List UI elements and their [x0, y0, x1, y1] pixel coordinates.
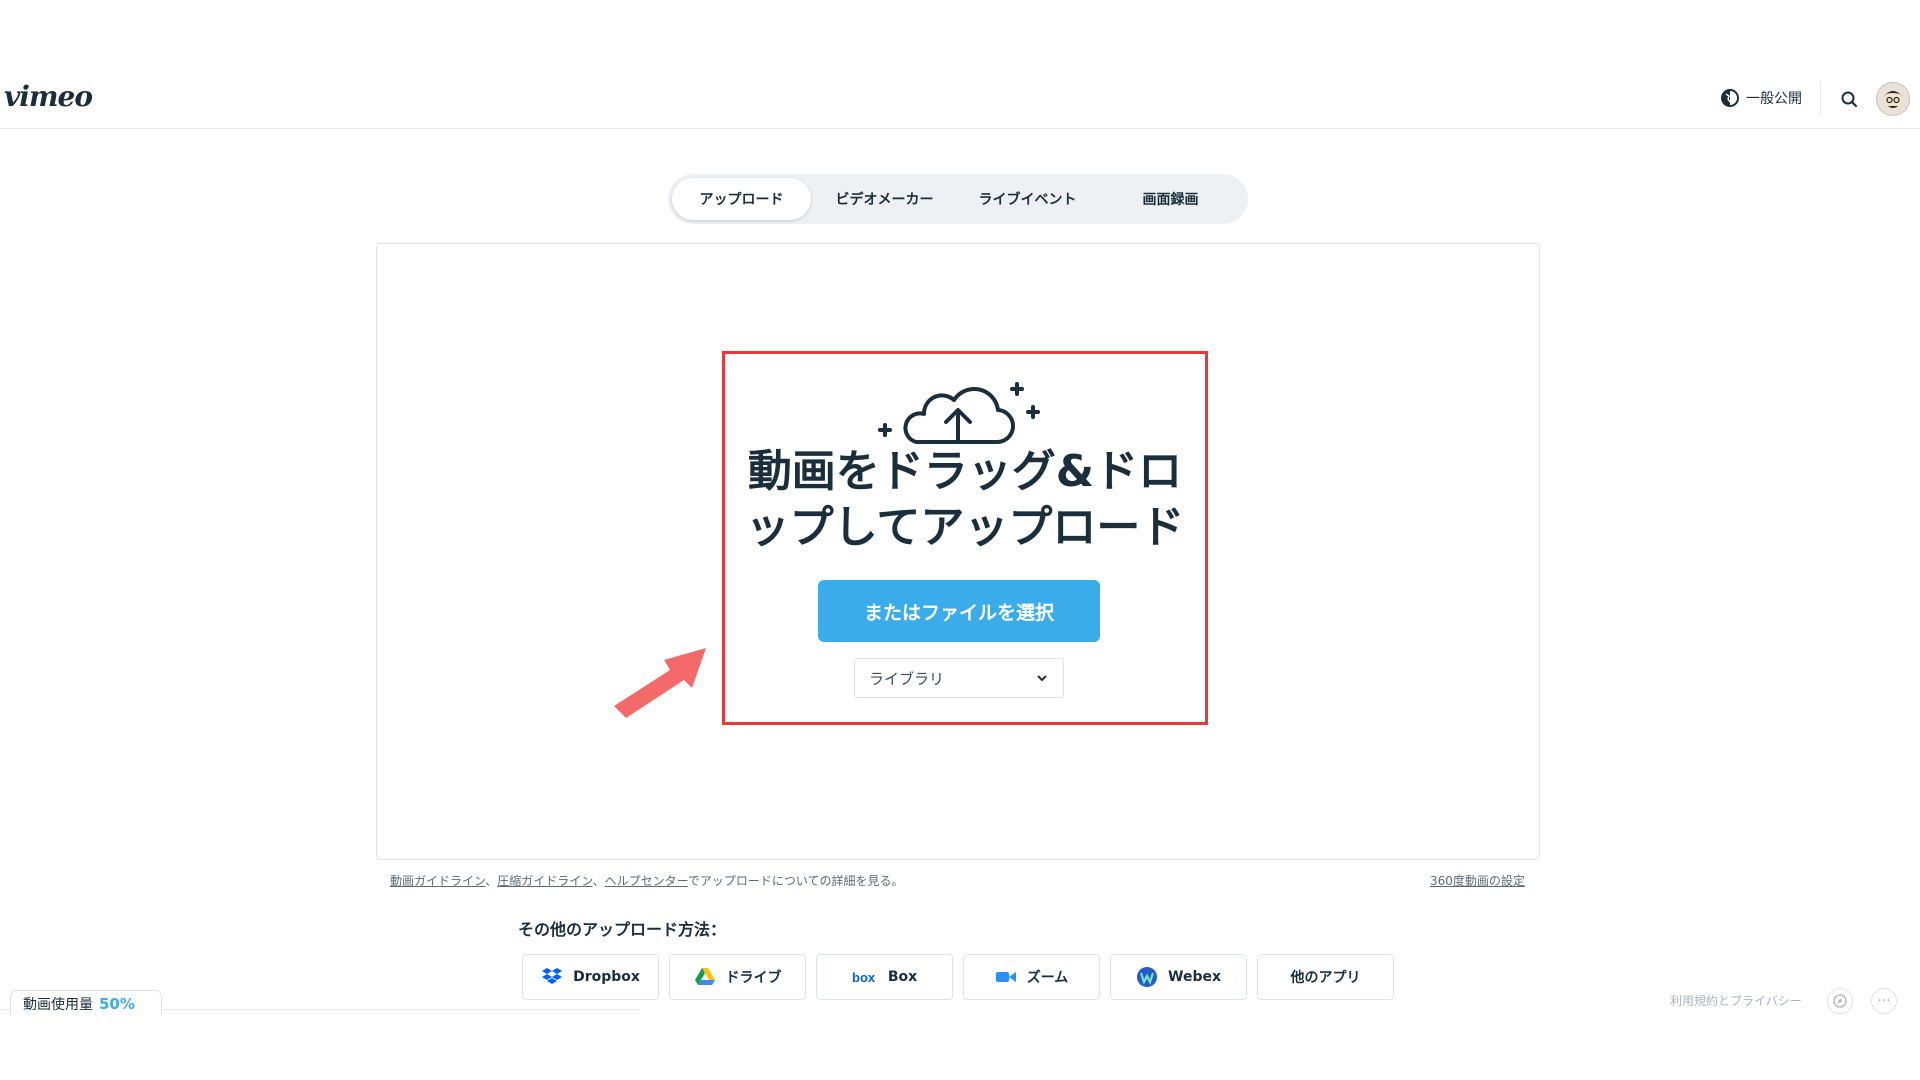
zoom-icon	[995, 972, 1016, 982]
webex-icon	[1137, 967, 1157, 987]
other-upload-methods-title: その他のアップロード方法：	[518, 920, 727, 939]
other-apps-button[interactable]: 他のアプリ	[1257, 954, 1394, 1000]
headline-line-1: 動画をドラッグ&ドロ	[747, 446, 1183, 497]
upload-mode-tabs: アップロード ビデオメーカー ライブイベント 画面録画	[668, 174, 1248, 224]
tab-upload[interactable]: アップロード	[672, 178, 811, 220]
box-button[interactable]: box Box	[816, 954, 953, 1000]
headline-line-2: ップしてアップロード	[745, 502, 1185, 553]
chevron-down-icon	[1037, 675, 1047, 682]
select-file-button[interactable]: またはファイルを選択	[818, 580, 1100, 642]
tab-screen-record[interactable]: 画面録画	[1101, 178, 1240, 220]
vimeo-logo[interactable]: vimeo	[4, 80, 93, 113]
globe-icon	[1721, 89, 1739, 107]
search-icon	[1841, 91, 1858, 108]
google-drive-button[interactable]: ドライブ	[669, 954, 806, 1000]
dropbox-button[interactable]: Dropbox	[522, 954, 659, 1000]
compression-guidelines-link[interactable]: 圧縮ガイドライン	[497, 874, 592, 888]
upload-integrations: Dropbox ドライブ box Box ズーム Webex 他のアプリ	[522, 954, 1394, 1000]
pointer-arrow-annotation	[614, 648, 706, 718]
tab-video-maker[interactable]: ビデオメーカー	[815, 178, 954, 220]
user-avatar[interactable]	[1876, 82, 1910, 116]
terms-privacy-link[interactable]: 利用規約とプライバシー	[1670, 992, 1802, 1009]
help-center-link[interactable]: ヘルプセンター	[605, 874, 688, 888]
upload-guidelines-text: 動画ガイドライン、圧縮ガイドライン、ヘルプセンターでアップロードについての詳細を…	[390, 874, 904, 888]
video-guidelines-link[interactable]: 動画ガイドライン	[390, 874, 485, 888]
compass-icon	[1833, 994, 1847, 1008]
box-icon: box	[852, 970, 876, 985]
usage-percent: 50%	[99, 994, 135, 1013]
video-usage-indicator[interactable]: 動画使用量 50%	[10, 990, 162, 1016]
cloud-upload-icon	[878, 382, 1040, 445]
more-options-button[interactable]: ···	[1871, 988, 1897, 1014]
tab-live-event[interactable]: ライブイベント	[958, 178, 1097, 220]
drag-drop-headline: 動画をドラッグ&ドロ ップしてアップロード	[732, 444, 1198, 556]
folder-select-value: ライブラリ	[869, 669, 945, 688]
360-video-settings-link[interactable]: 360度動画の設定	[1430, 872, 1525, 889]
zoom-button[interactable]: ズーム	[963, 954, 1100, 1000]
feedback-button[interactable]	[1827, 988, 1853, 1014]
svg-text:box: box	[852, 970, 876, 985]
privacy-label: 一般公開	[1746, 91, 1802, 107]
google-drive-icon	[694, 968, 715, 985]
top-navigation-bar: vimeo 一般公開	[0, 70, 1920, 129]
webex-button[interactable]: Webex	[1110, 954, 1247, 1000]
privacy-setting-button[interactable]: 一般公開	[1720, 84, 1802, 112]
header-divider	[1820, 82, 1821, 114]
destination-folder-select[interactable]: ライブラリ	[854, 658, 1064, 698]
dropbox-icon	[542, 968, 563, 984]
search-button[interactable]	[1836, 86, 1862, 112]
usage-label: 動画使用量	[23, 996, 93, 1013]
